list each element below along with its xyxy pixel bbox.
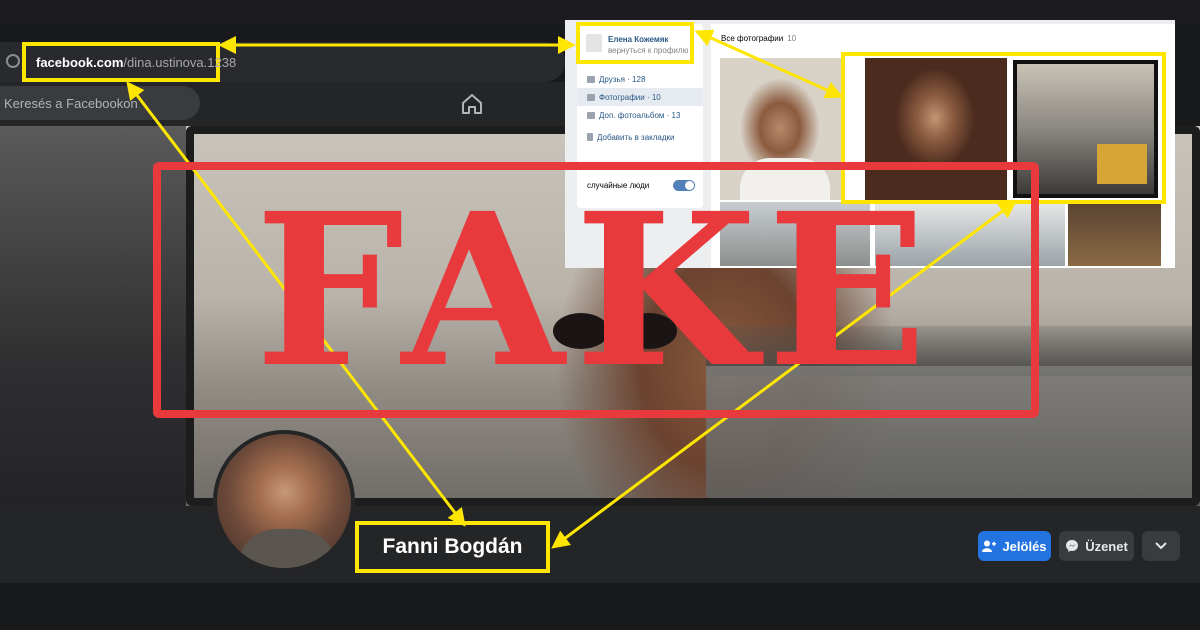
tag-button-label: Jelölés <box>1002 538 1047 554</box>
site-info-icon[interactable] <box>6 54 20 68</box>
bookmark-icon <box>587 133 593 141</box>
vk-nav-label: Фотографии · 10 <box>599 92 661 102</box>
vk-all-photos-label: Все фотографии <box>721 34 784 43</box>
friends-icon <box>587 75 595 83</box>
camera-icon <box>587 93 595 101</box>
messenger-icon <box>1066 540 1079 552</box>
vk-nav-label: Доп. фотоальбом · 13 <box>599 110 681 120</box>
vk-nav-friends[interactable]: Друзья · 128 <box>577 70 703 88</box>
more-options-button[interactable] <box>1142 531 1180 561</box>
url-path: /dina.ustinova.1238 <box>123 54 237 70</box>
vk-avatar <box>586 34 602 52</box>
url-host: facebook.com <box>36 54 124 70</box>
vk-profile-name[interactable]: Елена Кожемяк <box>608 35 668 44</box>
camera-icon <box>587 111 595 119</box>
vk-nav-photos[interactable]: Фотографии · 10 <box>577 88 703 106</box>
avatar-shirt <box>237 529 337 568</box>
profile-name: Fanni Bogdán <box>382 535 523 558</box>
profile-name-highlight: Fanni Bogdán <box>355 521 550 573</box>
page-bottom <box>0 583 1200 630</box>
vk-photo-6[interactable] <box>1068 202 1161 266</box>
search-placeholder: Keresés a Facebookon <box>4 95 138 111</box>
add-friend-icon <box>982 540 997 552</box>
vk-nav-extra-album[interactable]: Доп. фотоальбом · 13 <box>577 106 703 124</box>
vk-nav-bookmark[interactable]: Добавить в закладки <box>577 128 703 146</box>
tag-button[interactable]: Jelölés <box>978 531 1051 561</box>
message-button[interactable]: Üzenet <box>1059 531 1134 561</box>
vk-nav-label: Друзья · 128 <box>599 74 646 84</box>
chevron-down-icon <box>1155 542 1167 550</box>
vk-nav-label: Добавить в закладки <box>597 132 675 142</box>
profile-avatar[interactable] <box>213 430 355 572</box>
vk-all-photos-header: Все фотографии 10 <box>721 34 796 43</box>
vk-profile-highlight: Елена Кожемяк вернуться к профилю <box>576 22 694 64</box>
vk-photo-count: 10 <box>787 34 797 43</box>
message-button-label: Üzenet <box>1085 538 1128 554</box>
facebook-search-input[interactable]: Keresés a Facebookon <box>0 86 200 120</box>
home-icon[interactable] <box>460 92 484 116</box>
fake-stamp: FAKE <box>254 166 938 414</box>
vk-back-link[interactable]: вернуться к профилю <box>608 46 689 55</box>
url-highlight: facebook.com/dina.ustinova.1238 <box>22 42 236 82</box>
